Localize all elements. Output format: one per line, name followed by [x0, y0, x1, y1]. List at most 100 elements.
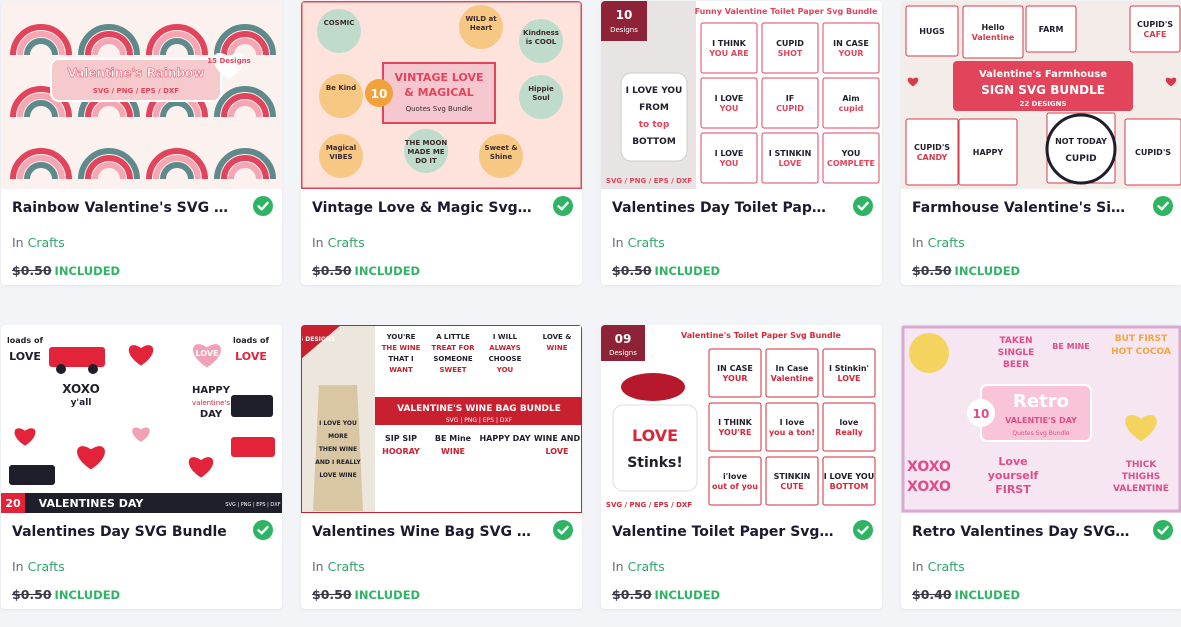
- product-thumbnail[interactable]: TAKEN SINGLE BEER BE MINE BUT FIRST HOT COCOA…: [901, 325, 1181, 513]
- svg-text:BEER: BEER: [1003, 360, 1029, 370]
- svg-text:I LOVE: I LOVE: [715, 149, 744, 158]
- svg-text:Heart: Heart: [470, 24, 493, 32]
- svg-text:LOVE: LOVE: [837, 374, 860, 383]
- svg-text:BOTTOM: BOTTOM: [830, 482, 869, 491]
- product-thumbnail[interactable]: Valentine's Rainbow SVG / PNG / EPS / DXF…: [1, 1, 282, 189]
- svg-text:LOVE: LOVE: [195, 349, 218, 358]
- design-tile: I LOVE YOUBOTTOM: [822, 456, 876, 506]
- svg-text:CHOOSE: CHOOSE: [489, 355, 522, 363]
- svg-text:valentine's: valentine's: [192, 399, 230, 407]
- product-card[interactable]: HUGS Hello Valentine FARM CUPID'S CAFE CUPID'S…: [901, 1, 1181, 285]
- category-link[interactable]: Crafts: [928, 235, 965, 250]
- svg-text:Valentine: Valentine: [771, 374, 814, 383]
- svg-text:Retro: Retro: [1013, 391, 1069, 412]
- svg-text:MADE ME: MADE ME: [407, 148, 444, 156]
- svg-text:Love: Love: [998, 455, 1027, 468]
- product-card[interactable]: loads of LOVE LOVE loads of LOVE XOXO y'all HAP…: [1, 325, 282, 609]
- product-thumbnail[interactable]: 15 DESIGNS I LOVE YOU MORE THEN WINE AND I R…: [301, 325, 582, 513]
- product-price: $0.50 INCLUDED: [612, 587, 720, 602]
- original-price: $0.50: [612, 263, 652, 278]
- product-thumbnail[interactable]: COSMIC WILD at Heart Kindness is COOL Be Kind…: [301, 1, 582, 189]
- design-tile: I THINKYOU ARE: [700, 22, 758, 74]
- svg-text:YOU: YOU: [719, 159, 739, 168]
- product-category: In Crafts: [312, 235, 365, 250]
- svg-text:09: 09: [615, 332, 632, 346]
- svg-text:Designs: Designs: [610, 26, 638, 34]
- category-link[interactable]: Crafts: [28, 559, 65, 574]
- included-label: INCLUDED: [354, 264, 421, 278]
- product-thumbnail[interactable]: 09 Designs Valentine's Toilet Paper Svg Bu…: [601, 325, 882, 513]
- design-tile: CUPID'S: [1124, 118, 1181, 186]
- product-title[interactable]: Vintage Love & Magic Svg Bundle: [312, 200, 534, 216]
- product-card[interactable]: 15 DESIGNS I LOVE YOU MORE THEN WINE AND I R…: [301, 325, 582, 609]
- svg-text:LOVE WINE: LOVE WINE: [319, 472, 356, 479]
- original-price: $0.50: [12, 587, 52, 602]
- category-link[interactable]: Crafts: [328, 235, 365, 250]
- svg-text:LOVE: LOVE: [778, 159, 801, 168]
- product-card[interactable]: 10 Designs Funny Valentine Toilet Paper Sv…: [601, 1, 882, 285]
- product-card[interactable]: TAKEN SINGLE BEER BE MINE BUT FIRST HOT COCOA…: [901, 325, 1181, 609]
- svg-text:CUPID'S: CUPID'S: [1137, 20, 1173, 29]
- product-title[interactable]: Farmhouse Valentine's Sign SVG Bundle: [912, 200, 1134, 216]
- category-link[interactable]: Crafts: [328, 559, 365, 574]
- included-check-icon: [253, 196, 273, 216]
- category-link[interactable]: Crafts: [628, 235, 665, 250]
- svg-text:In Case: In Case: [776, 364, 809, 373]
- product-card[interactable]: 09 Designs Valentine's Toilet Paper Svg Bu…: [601, 325, 882, 609]
- product-card[interactable]: Valentine's Rainbow SVG / PNG / EPS / DXF…: [1, 1, 282, 285]
- svg-text:YOU: YOU: [841, 149, 861, 158]
- svg-text:HAPPY: HAPPY: [192, 385, 231, 396]
- category-prefix: In: [312, 235, 324, 250]
- svg-text:HAPPY DAY: HAPPY DAY: [479, 434, 530, 443]
- category-prefix: In: [912, 559, 924, 574]
- svg-text:Quotes Svg Bundle: Quotes Svg Bundle: [406, 105, 473, 113]
- svg-text:HUGS: HUGS: [919, 27, 945, 36]
- svg-text:SWEET: SWEET: [439, 366, 466, 374]
- svg-text:LOVE: LOVE: [545, 447, 568, 456]
- svg-text:Valentine's Farmhouse: Valentine's Farmhouse: [979, 69, 1107, 80]
- svg-text:HAPPY: HAPPY: [973, 148, 1004, 157]
- svg-text:VALENTINE: VALENTINE: [1113, 484, 1169, 494]
- svg-text:I WILL: I WILL: [493, 333, 518, 341]
- category-link[interactable]: Crafts: [628, 559, 665, 574]
- product-thumbnail[interactable]: HUGS Hello Valentine FARM CUPID'S CAFE CUPID'S…: [901, 1, 1181, 189]
- original-price: $0.50: [912, 263, 952, 278]
- svg-text:COSMIC: COSMIC: [324, 19, 355, 27]
- svg-text:LOVE: LOVE: [9, 350, 41, 363]
- svg-text:I love: I love: [780, 418, 805, 427]
- design-tile: HelloValentine: [962, 5, 1024, 59]
- included-check-icon: [253, 520, 273, 540]
- product-thumbnail[interactable]: 10 Designs Funny Valentine Toilet Paper Sv…: [601, 1, 882, 189]
- svg-text:cupid: cupid: [839, 104, 864, 113]
- svg-text:SIGN SVG BUNDLE: SIGN SVG BUNDLE: [981, 83, 1105, 97]
- product-thumbnail[interactable]: loads of LOVE LOVE loads of LOVE XOXO y'all HAP…: [1, 325, 282, 513]
- included-check-icon: [553, 196, 573, 216]
- product-category: In Crafts: [612, 235, 665, 250]
- product-price: $0.50 INCLUDED: [12, 587, 120, 602]
- included-label: INCLUDED: [654, 588, 721, 602]
- product-title[interactable]: Valentine Toilet Paper Svg Bundle: [612, 524, 834, 540]
- svg-text:VALENTIE'S DAY: VALENTIE'S DAY: [1005, 416, 1077, 425]
- svg-text:XOXO: XOXO: [907, 479, 951, 495]
- category-link[interactable]: Crafts: [28, 235, 65, 250]
- product-title[interactable]: Retro Valentines Day SVG Bundle: [912, 524, 1134, 540]
- svg-text:Aim: Aim: [842, 94, 859, 103]
- product-title[interactable]: Rainbow Valentine's SVG Bundle: [12, 200, 234, 216]
- product-title[interactable]: Valentines Day Toilet Paper Svg Bundle: [612, 200, 834, 216]
- svg-text:CUPID: CUPID: [1065, 154, 1096, 164]
- product-price: $0.50 INCLUDED: [612, 263, 720, 278]
- svg-text:20: 20: [5, 497, 21, 510]
- product-card[interactable]: COSMIC WILD at Heart Kindness is COOL Be Kind…: [301, 1, 582, 285]
- product-title[interactable]: Valentines Wine Bag SVG Bundle: [312, 524, 534, 540]
- design-tile: HAPPY: [958, 118, 1018, 186]
- svg-text:loads of: loads of: [233, 336, 269, 345]
- svg-text:THIGHS: THIGHS: [1122, 472, 1160, 482]
- design-tile: I LOVEYOU: [700, 77, 758, 129]
- category-link[interactable]: Crafts: [928, 559, 965, 574]
- svg-text:y'all: y'all: [71, 398, 92, 408]
- design-tile: IN CASEYOUR: [822, 22, 880, 74]
- svg-text:ALWAYS: ALWAYS: [489, 344, 521, 352]
- product-title[interactable]: Valentines Day SVG Bundle: [12, 524, 234, 540]
- design-tile: i'loveout of you: [708, 456, 762, 506]
- product-category: In Crafts: [12, 235, 65, 250]
